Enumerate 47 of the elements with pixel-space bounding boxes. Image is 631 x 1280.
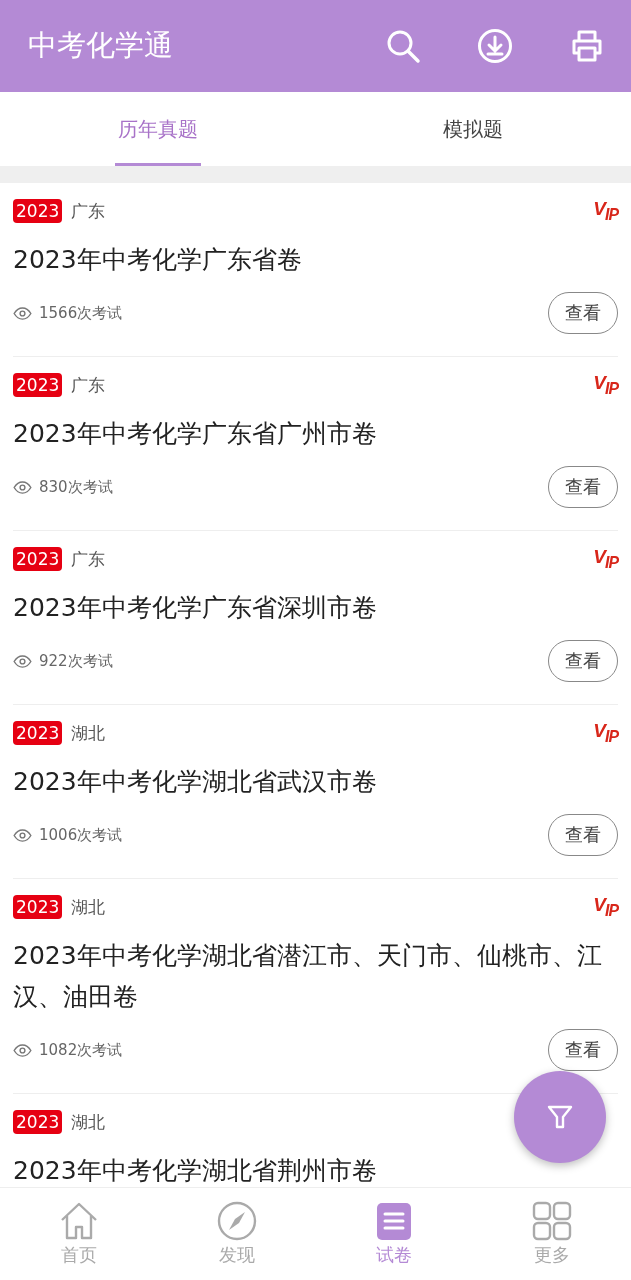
year-tag: 2023: [13, 373, 63, 397]
exam-count: 922次考试: [39, 651, 113, 671]
exam-count: 1566次考试: [39, 303, 123, 323]
compass-icon: [216, 1201, 257, 1241]
region-label: 湖北: [71, 721, 106, 745]
view-button[interactable]: 查看: [548, 640, 618, 682]
view-button[interactable]: 查看: [548, 814, 618, 856]
paper-title[interactable]: 2023年中考化学广东省深圳市卷: [13, 587, 618, 628]
paper-title[interactable]: 2023年中考化学广东省广州市卷: [13, 413, 618, 454]
exam-count: 1006次考试: [39, 825, 123, 845]
region-label: 湖北: [71, 895, 106, 919]
view-button[interactable]: 查看: [548, 292, 618, 334]
region-label: 广东: [71, 373, 106, 397]
eye-icon: [13, 306, 32, 320]
exam-count: 1082次考试: [39, 1040, 123, 1060]
paper-title[interactable]: 2023年中考化学湖北省荆州市卷: [13, 1150, 618, 1187]
eye-icon: [13, 828, 32, 842]
vip-label: V$_{IP}$: [593, 894, 618, 920]
paper-title[interactable]: 2023年中考化学湖北省潜江市、天门市、仙桃市、江汉、油田卷: [13, 935, 618, 1017]
region-label: 广东: [71, 547, 106, 571]
search-icon[interactable]: [385, 28, 421, 64]
eye-icon: [13, 1043, 32, 1057]
paper-title[interactable]: 2023年中考化学湖北省武汉市卷: [13, 761, 618, 802]
region-label: 湖北: [71, 1110, 106, 1134]
eye-icon: [13, 480, 32, 494]
vip-label: V$_{IP}$: [593, 720, 618, 746]
year-tag: 2023: [13, 547, 63, 571]
vip-label: V$_{IP}$: [593, 198, 618, 224]
eye-icon: [13, 654, 32, 668]
tab[interactable]: 模拟题: [315, 92, 631, 166]
region-label: 广东: [71, 199, 106, 223]
filter-icon: [546, 1103, 574, 1131]
vip-label: V$_{IP}$: [593, 372, 618, 398]
app-title: 中考化学通: [28, 27, 173, 64]
tab[interactable]: 历年真题: [0, 92, 316, 166]
vip-label: V$_{IP}$: [593, 546, 618, 572]
download-icon[interactable]: [477, 28, 513, 64]
year-tag: 2023: [13, 721, 63, 745]
year-tag: 2023: [13, 1110, 63, 1134]
year-tag: 2023: [13, 199, 63, 223]
grid-icon: [532, 1201, 573, 1241]
year-tag: 2023: [13, 895, 63, 919]
paper-title[interactable]: 2023年中考化学广东省卷: [13, 239, 618, 280]
view-button[interactable]: 查看: [548, 466, 618, 508]
exam-count: 830次考试: [39, 477, 113, 497]
filter-button[interactable]: [514, 1071, 606, 1163]
view-button[interactable]: 查看: [548, 1029, 618, 1071]
